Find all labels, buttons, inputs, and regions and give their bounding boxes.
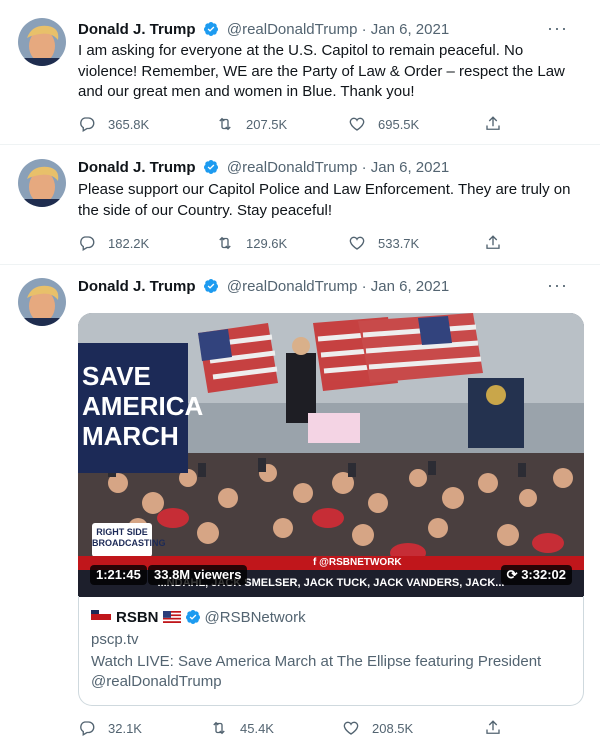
like-button[interactable]: 208.5K [342,718,413,738]
author-handle[interactable]: @realDonaldTrump [227,278,358,295]
card-account-handle: @RSBNetwork [204,609,306,626]
clock-icon: ⟳ [506,567,518,582]
video-player[interactable]: SAVE AMERICA MARCH RIGHT SIDE BROADCASTI… [78,313,584,597]
reply-button[interactable]: 32.1K [78,718,142,738]
author-name[interactable]: Donald J. Trump [78,159,196,176]
retweet-icon [219,117,231,131]
card-description: Watch LIVE: Save America March at The El… [91,653,542,690]
avatar[interactable] [18,18,66,66]
tweet-header: Donald J. Trump @realDonaldTrump · Jan 6… [78,275,584,297]
card-domain: pscp.tv [91,631,139,648]
retweet-count: 45.4K [240,720,274,736]
reply-icon [80,117,95,132]
separator: · [361,21,367,38]
share-button[interactable] [484,233,502,253]
tweet-text: Please support our Capitol Police and La… [78,181,571,219]
retweet-count: 129.6K [246,235,288,251]
verified-badge-icon [203,278,219,294]
reply-icon [80,721,95,736]
share-button[interactable] [484,114,502,134]
retweet-icon [213,721,225,735]
tweet-actions: 182.2K 129.6K 533.7K [78,233,518,253]
share-icon [486,720,500,734]
like-button[interactable]: 533.7K [348,233,419,253]
tweet-text: I am asking for everyone at the U.S. Cap… [78,42,565,100]
verified-badge-icon [203,159,219,175]
tweet-date[interactable]: Jan 6, 2021 [371,159,449,176]
verified-badge-icon [203,21,219,37]
avatar[interactable] [18,159,66,207]
author-handle[interactable]: @realDonaldTrump [227,21,358,38]
link-card[interactable]: RSBN @RSBNetwork pscp.tv Watch LIVE: Save… [78,596,584,706]
rsbn-logo-icon [91,610,111,624]
author-name[interactable]: Donald J. Trump [78,21,196,38]
us-flag-icon [162,609,181,623]
retweet-button[interactable]: 129.6K [216,233,287,253]
reply-icon [80,236,95,251]
heart-icon [343,721,359,735]
reply-count: 32.1K [108,720,142,736]
reply-count: 182.2K [108,235,150,251]
reply-button[interactable]: 365.8K [78,114,149,134]
tweet-date[interactable]: Jan 6, 2021 [371,21,449,38]
like-count: 533.7K [378,235,420,251]
author-name[interactable]: Donald J. Trump [78,278,196,295]
author-handle[interactable]: @realDonaldTrump [227,159,358,176]
ticker-label: f @RSBNETWORK [313,557,402,568]
share-icon [486,235,500,249]
tweet-header: Donald J. Trump @realDonaldTrump · Jan 6… [78,158,584,178]
elapsed-time: 1:21:45 [90,565,147,585]
card-account-name: RSBN [116,609,159,626]
avatar[interactable] [18,278,66,326]
retweet-button[interactable]: 207.5K [216,114,287,134]
reply-count: 365.8K [108,116,150,132]
video-duration: ⟳ 3:32:02 [500,565,572,585]
retweet-count: 207.5K [246,116,288,132]
viewer-count: 33.8M viewers [148,565,248,585]
separator: · [361,278,367,295]
tweet-2[interactable]: Donald J. Trump @realDonaldTrump · Jan 6… [0,145,600,265]
heart-icon [349,236,365,250]
tweet-actions: 365.8K 207.5K 695.5K [78,114,518,134]
more-options-icon[interactable]: ··· [547,275,568,295]
tweet-date[interactable]: Jan 6, 2021 [371,278,449,295]
more-options-icon[interactable]: ··· [547,18,568,38]
separator: · [361,159,367,176]
like-button[interactable]: 695.5K [348,114,419,134]
reply-button[interactable]: 182.2K [78,233,149,253]
verified-badge-icon [185,609,201,625]
duration-label: 3:32:02 [521,567,566,582]
like-count: 695.5K [378,116,420,132]
tweet-header: Donald J. Trump @realDonaldTrump · Jan 6… [78,18,584,40]
heart-icon [349,117,365,131]
card-account[interactable]: RSBN @RSBNetwork [91,608,306,628]
right-side-broadcasting-logo: RIGHT SIDE BROADCASTING [92,523,166,557]
retweet-button[interactable]: 45.4K [210,718,274,738]
share-icon [486,116,500,130]
banner-text: SAVE AMERICA MARCH [82,361,203,451]
share-button[interactable] [484,718,502,738]
like-count: 208.5K [372,720,414,736]
retweet-icon [219,236,231,250]
tweet-actions: 32.1K 45.4K 208.5K [78,718,518,738]
tweet-1[interactable]: Donald J. Trump @realDonaldTrump · Jan 6… [0,0,600,145]
